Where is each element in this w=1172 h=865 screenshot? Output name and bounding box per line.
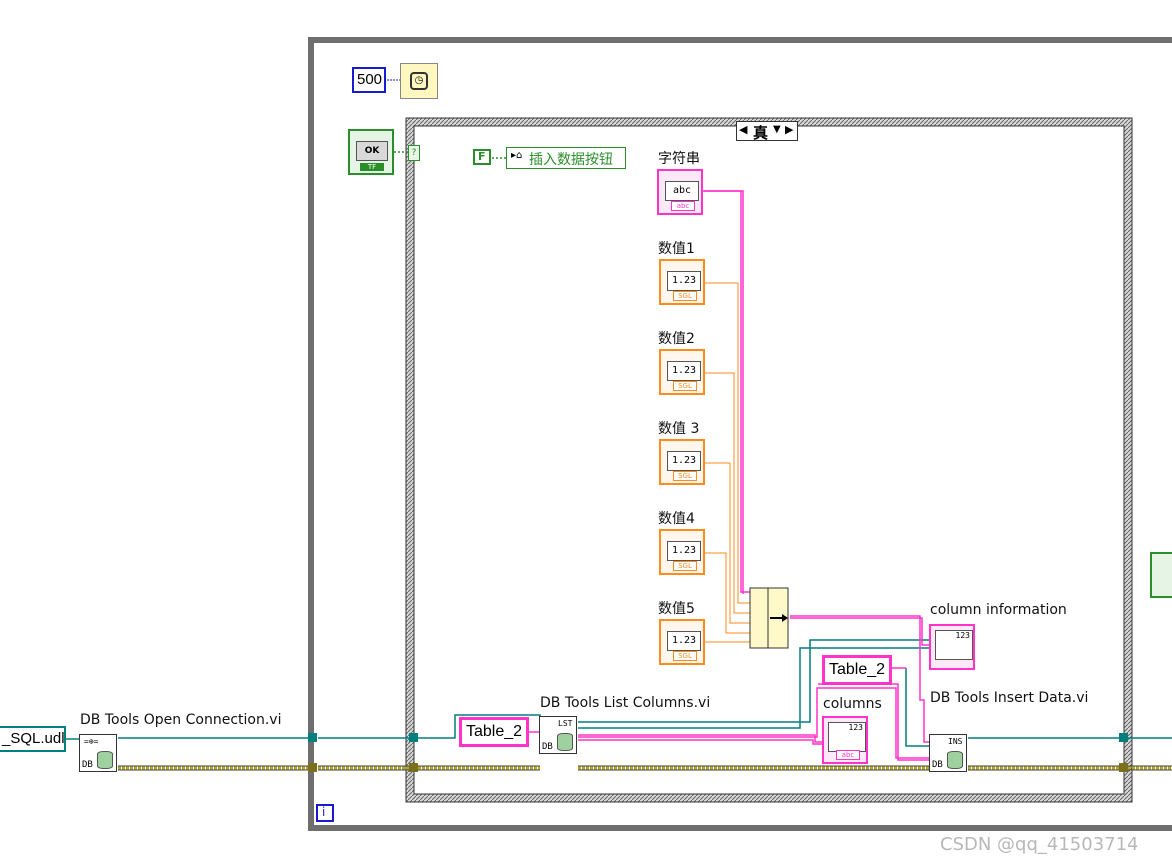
table-name-constant-a[interactable]: Table_2 [459,717,530,747]
wire-layer [66,37,1172,831]
string-control-label: 字符串 [658,151,700,167]
list-db-cylinder-icon [557,733,573,751]
insert-db-cylinder-icon [947,751,963,769]
case-selector-label: 真 [753,124,769,142]
columns-indicator[interactable]: 123 abc [822,716,868,764]
open-connection-vi[interactable]: =⊕= DB [79,734,117,772]
list-columns-label: DB Tools List Columns.vi [540,695,711,711]
num5-label: 数值5 [658,601,695,617]
list-columns-vi[interactable]: LST DB [539,716,577,754]
insert-button-property-node[interactable]: ▸⌂ 插入数据按钮 [506,147,626,169]
column-information-label: column information [930,602,1067,618]
insert-data-vi[interactable]: INS DB [929,734,967,772]
columns-array-face: 123 [828,722,866,752]
stop-condition-icon: ? [408,145,420,161]
table-name-a-value: Table_2 [466,723,523,740]
iteration-label: i [322,805,326,819]
num1-label: 数值1 [658,241,695,257]
num1-control-terminal[interactable]: 1.23 SGL [659,259,705,305]
string-control-terminal[interactable]: abc abc [657,169,703,215]
bundle-node [749,587,789,649]
num4-face: 1.23 [667,541,701,561]
num2-control-terminal[interactable]: 1.23 SGL [659,349,705,395]
column-information-face: 123 [935,630,973,660]
connection-plug-icon: =⊕= [84,737,99,746]
ok-button-face: OK [356,141,388,161]
num3-control-terminal[interactable]: 1.23 SGL [659,439,705,485]
table-name-b-value: Table_2 [829,661,886,678]
case-dropdown-icon[interactable]: ▼ [773,124,781,135]
string-type-tag: abc [671,201,695,211]
list-db-tag: DB [542,742,553,752]
column-information-indicator[interactable]: 123 [929,624,975,670]
false-constant[interactable]: F [473,149,491,165]
column-information-text: 123 [955,631,970,640]
wait-ms-constant[interactable]: 500 [352,67,386,93]
num5-face: 1.23 [667,631,701,651]
loop-iteration-terminal: i [316,804,334,822]
wait-ms-node[interactable]: ◷ [400,63,438,99]
columns-array-text: 123 [848,723,863,732]
num4-label: 数值4 [658,511,695,527]
num4-type-tag: SGL [673,561,697,571]
wait-clock-icon: ◷ [410,72,428,90]
num3-label: 数值 3 [658,421,700,437]
property-arrow-icon: ▸⌂ [511,150,523,161]
num3-type-tag: SGL [673,471,697,481]
insert-button-property-label: 插入数据按钮 [529,152,613,168]
num5-control-terminal[interactable]: 1.23 SGL [659,619,705,665]
false-constant-label: F [478,150,486,163]
string-control-face: abc [665,181,699,201]
num2-face: 1.23 [667,361,701,381]
table-name-constant-b[interactable]: Table_2 [822,655,893,685]
right-edge-ok-terminal[interactable] [1150,552,1172,598]
insert-db-tag: DB [932,760,943,770]
num1-face: 1.23 [667,271,701,291]
num2-type-tag: SGL [673,381,697,391]
num4-control-terminal[interactable]: 1.23 SGL [659,529,705,575]
wait-ms-value: 500 [357,71,383,88]
case-decrement-icon[interactable]: ◀ [739,123,747,136]
open-connection-label: DB Tools Open Connection.vi [80,712,282,728]
columns-type-tag: abc [836,750,860,760]
case-selector[interactable]: ◀ 真 ▼ ▶ [736,121,798,142]
case-increment-icon[interactable]: ▶ [785,123,793,136]
num3-face: 1.23 [667,451,701,471]
udl-path-constant[interactable]: _SQL.udl [0,726,66,752]
number-wire [705,282,752,643]
stop-button-terminal[interactable]: OK TF [348,129,394,175]
num1-type-tag: SGL [673,291,697,301]
open-db-cylinder-icon [97,751,113,769]
num2-label: 数值2 [658,331,695,347]
insert-data-label: DB Tools Insert Data.vi [930,690,1089,706]
num5-type-tag: SGL [673,651,697,661]
udl-path-value: _SQL.udl [2,730,65,747]
columns-label: columns [823,696,882,712]
list-columns-tag: LST [558,719,573,728]
open-db-tag: DB [82,760,93,770]
tf-tag: TF [360,163,384,171]
insert-data-tag: INS [948,737,963,746]
watermark: CSDN @qq_41503714 [940,834,1139,855]
